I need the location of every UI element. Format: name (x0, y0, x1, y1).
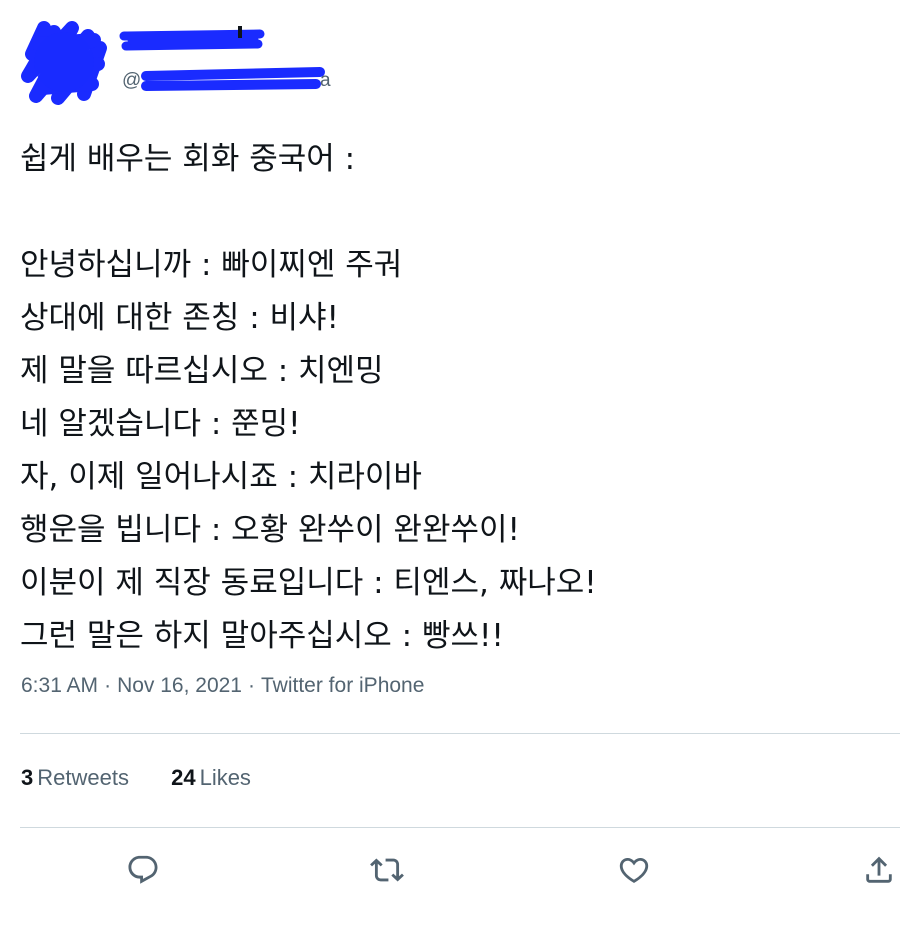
tweet-line: 그런 말은 하지 말아주십시오 : 빵쓰!! (20, 618, 504, 654)
tweet-line: 쉽게 배우는 회화 중국어 : (20, 141, 356, 177)
reply-button[interactable] (121, 848, 165, 892)
avatar[interactable] (14, 14, 109, 106)
tweet-text: 쉽게 배우는 회화 중국어 : 안녕하십니까 : 빠이찌엔 주궈 상대에 대한 … (20, 133, 880, 663)
tweet-date[interactable]: Nov 16, 2021 (117, 674, 242, 697)
meta-separator: · (248, 674, 255, 697)
redaction-scribble-name (119, 26, 265, 51)
tweet-line: 이분이 제 직장 동료입니다 : 티엔스, 짜나오! (20, 565, 597, 601)
retweet-button[interactable] (365, 848, 409, 892)
tweet-line: 제 말을 따르십시오 : 치엔밍 (20, 353, 384, 389)
divider-top (20, 733, 900, 734)
likes-count: 24 (171, 765, 196, 790)
retweets-stat[interactable]: 3 Retweets (21, 765, 129, 791)
like-button[interactable] (612, 848, 656, 892)
handle-prefix: @ (122, 70, 142, 91)
tweet-meta: 6:31 AM · Nov 16, 2021 · Twitter for iPhone (21, 674, 424, 698)
retweets-count: 3 (21, 765, 34, 790)
tweet-stats: 3 Retweets 24 Likes (21, 765, 287, 791)
tweet-line: 네 알겠습니다 : 쭌밍! (20, 406, 301, 442)
tweet-header: @ a (0, 0, 900, 110)
tweet-line: 안녕하십니까 : 빠이찌엔 주궈 (20, 247, 403, 283)
share-button[interactable] (857, 848, 900, 892)
tweet-time[interactable]: 6:31 AM (21, 674, 98, 697)
handle-suffix: a (320, 70, 331, 91)
display-name-redacted[interactable] (118, 26, 268, 56)
tweet-actions (0, 848, 900, 898)
tweet-line: 행운을 빕니다 : 오황 완쑤이 완완쑤이! (20, 512, 520, 548)
divider-bottom (20, 827, 900, 828)
tweet-source[interactable]: Twitter for iPhone (261, 674, 424, 697)
like-icon (619, 857, 649, 883)
meta-separator: · (104, 674, 112, 697)
retweets-label: Retweets (37, 765, 129, 790)
tweet-line: 상대에 대한 존칭 : 비샤! (20, 300, 339, 336)
reply-icon (128, 855, 158, 884)
share-icon (866, 856, 892, 883)
likes-label: Likes (199, 765, 251, 790)
redaction-scribble-avatar (21, 21, 107, 105)
retweet-icon (370, 858, 404, 882)
redaction-scribble-handle (140, 66, 330, 94)
tweet-line: 자, 이제 일어나시죠 : 치라이바 (20, 459, 422, 495)
handle[interactable]: @ a (122, 66, 352, 94)
likes-stat[interactable]: 24 Likes (171, 765, 251, 791)
